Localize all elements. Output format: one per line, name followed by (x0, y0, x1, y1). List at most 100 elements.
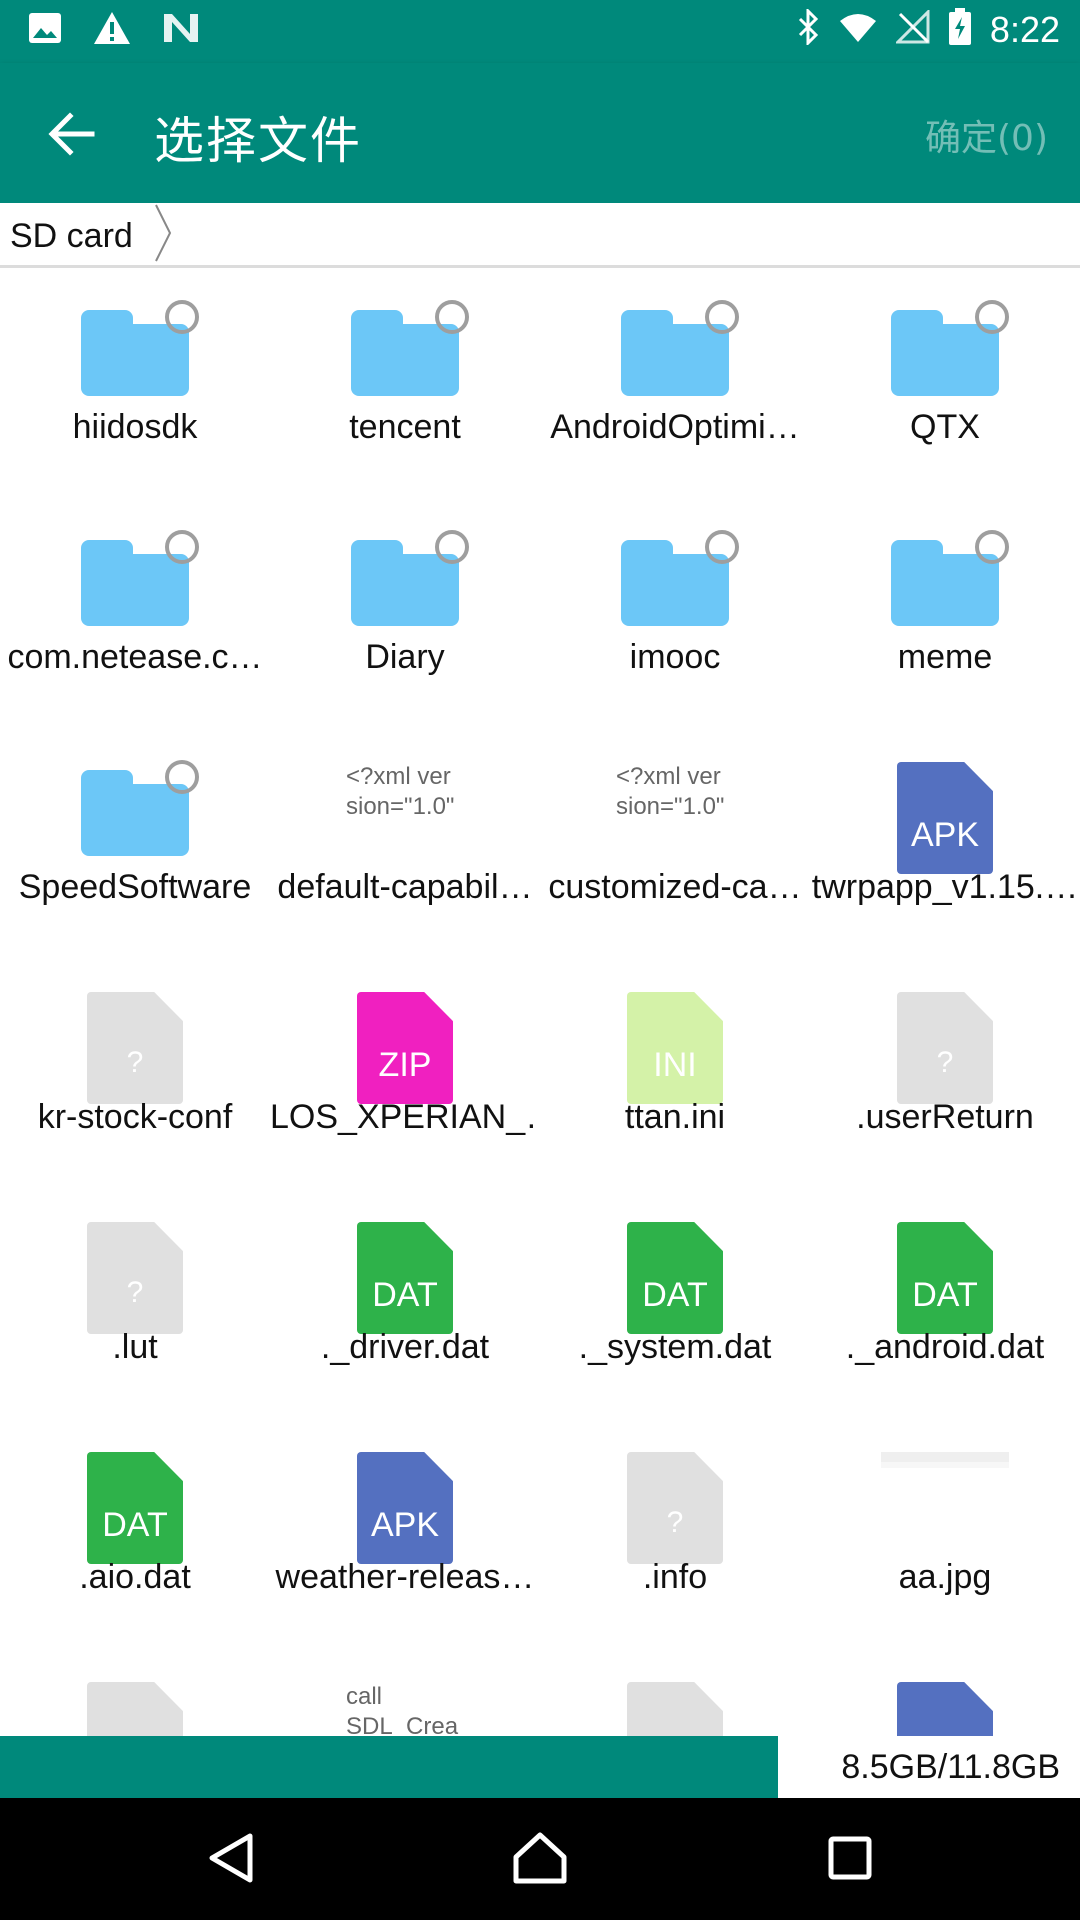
status-time: 8:22 (989, 8, 1060, 50)
select-radio[interactable] (435, 530, 469, 564)
folder-icon (621, 530, 739, 647)
file-item[interactable]: DAT ._android.dat (810, 1188, 1080, 1418)
folder-icon (891, 530, 1009, 647)
file-item[interactable]: INI ttan.ini (540, 958, 810, 1188)
folder-item[interactable]: imooc (540, 498, 810, 728)
folder-icon (81, 530, 199, 647)
file-name: default-capabil… (277, 868, 533, 906)
file-type-label: INI (653, 1046, 697, 1084)
nav-back-button[interactable] (186, 1818, 276, 1898)
file-icon: DAT (85, 1452, 185, 1567)
file-item[interactable]: ? .userReturn (810, 958, 1080, 1188)
folder-item[interactable]: Diary (270, 498, 540, 728)
file-type-label: ? (666, 1506, 684, 1539)
file-item[interactable]: ? .info (540, 1418, 810, 1648)
confirm-button[interactable]: 确定(0) (925, 109, 1048, 161)
select-radio[interactable] (435, 300, 469, 334)
file-item[interactable]: call SDL_Crea (270, 1648, 540, 1736)
n-logo-icon (162, 12, 200, 49)
storage-usage-fill (0, 1736, 778, 1798)
file-name: Diary (365, 638, 445, 676)
folder-item[interactable]: SpeedSoftware (0, 728, 270, 958)
file-icon: ? (895, 992, 995, 1107)
status-bar: 8:22 (0, 0, 1080, 63)
back-triangle-icon (209, 1833, 253, 1883)
app-bar: 选择文件 确定(0) (0, 63, 1080, 203)
file-name: .info (642, 1558, 708, 1596)
no-signal-icon (894, 8, 930, 49)
wifi-icon (838, 11, 878, 48)
file-name: imooc (629, 638, 721, 676)
folder-item[interactable]: com.netease.c… (0, 498, 270, 728)
file-item[interactable]: APK twrpapp_v1.15.… (810, 728, 1080, 958)
file-item[interactable]: APK (810, 1648, 1080, 1736)
text-preview-icon: <?xml ver sion="1.0" (270, 762, 540, 877)
select-radio[interactable] (165, 300, 199, 334)
file-icon: DAT (355, 1222, 455, 1337)
file-type-label: APK (370, 1506, 440, 1544)
chevron-right-icon (155, 204, 172, 262)
select-radio[interactable] (975, 530, 1009, 564)
file-icon: DAT (625, 1222, 725, 1337)
file-name: QTX (910, 408, 980, 446)
file-name: kr-stock-conf (37, 1098, 233, 1136)
file-item[interactable]: APK weather-releas… (270, 1418, 540, 1648)
file-icon: ? (625, 1452, 725, 1567)
text-preview: <?xml ver sion="1.0" (346, 763, 455, 820)
file-icon: APK (895, 1682, 995, 1736)
select-radio[interactable] (165, 530, 199, 564)
back-button[interactable] (32, 99, 112, 169)
folder-item[interactable]: AndroidOptimi… (540, 268, 810, 498)
select-radio[interactable] (705, 530, 739, 564)
text-preview-icon: call SDL_Crea (270, 1682, 540, 1736)
file-item[interactable]: aa.jpg (810, 1418, 1080, 1648)
file-item[interactable]: <?xml ver sion="1.0" customized-ca… (540, 728, 810, 958)
folder-item[interactable]: meme (810, 498, 1080, 728)
storage-text: 8.5GB/11.8GB (841, 1748, 1060, 1786)
file-item[interactable]: ? (540, 1648, 810, 1736)
page-title: 选择文件 (154, 112, 362, 170)
file-item[interactable]: DAT ._system.dat (540, 1188, 810, 1418)
file-name: twrpapp_v1.15.… (811, 868, 1079, 906)
folder-icon (81, 300, 199, 417)
breadcrumb-item-sdcard[interactable]: SD card (10, 217, 133, 256)
file-name: ._driver.dat (320, 1328, 490, 1366)
file-icon: ? (85, 1682, 185, 1736)
nav-home-button[interactable] (495, 1818, 585, 1898)
file-item[interactable]: ZIP LOS_XPERIAN_… (270, 958, 540, 1188)
file-name: tencent (349, 408, 461, 446)
home-icon (513, 1832, 567, 1884)
file-name: ._android.dat (845, 1328, 1045, 1366)
file-item[interactable]: ? .lut (0, 1188, 270, 1418)
select-radio[interactable] (705, 300, 739, 334)
text-preview: call SDL_Crea (346, 1683, 459, 1736)
file-icon: ? (85, 992, 185, 1107)
image-icon (28, 11, 62, 50)
folder-item[interactable]: hiidosdk (0, 268, 270, 498)
battery-charging-icon (948, 8, 972, 51)
file-type-label: ZIP (378, 1046, 432, 1084)
file-type-label: DAT (642, 1276, 708, 1314)
file-grid: hiidosdk tencent AndroidOptimi… QTX com.nete… (0, 268, 1080, 1736)
file-type-label: ? (126, 1046, 144, 1079)
file-icon: APK (355, 1452, 455, 1567)
select-radio[interactable] (975, 300, 1009, 334)
nav-recents-button[interactable] (805, 1818, 895, 1898)
file-name: meme (897, 638, 993, 676)
file-item[interactable]: <?xml ver sion="1.0" default-capabil… (270, 728, 540, 958)
file-type-label: APK (910, 816, 980, 854)
file-name: .aio.dat (79, 1558, 191, 1596)
file-item[interactable]: ? kr-stock-conf (0, 958, 270, 1188)
file-item[interactable]: DAT ._driver.dat (270, 1188, 540, 1418)
folder-item[interactable]: tencent (270, 268, 540, 498)
file-name: weather-releas… (275, 1558, 535, 1596)
file-icon: ? (625, 1682, 725, 1736)
file-item[interactable]: DAT .aio.dat (0, 1418, 270, 1648)
folder-icon (351, 530, 469, 647)
recents-square-icon (828, 1836, 872, 1880)
folder-item[interactable]: QTX (810, 268, 1080, 498)
file-name: AndroidOptimi… (550, 408, 800, 446)
file-item[interactable]: ? (0, 1648, 270, 1736)
select-radio[interactable] (165, 760, 199, 794)
file-type-label: DAT (372, 1276, 438, 1314)
